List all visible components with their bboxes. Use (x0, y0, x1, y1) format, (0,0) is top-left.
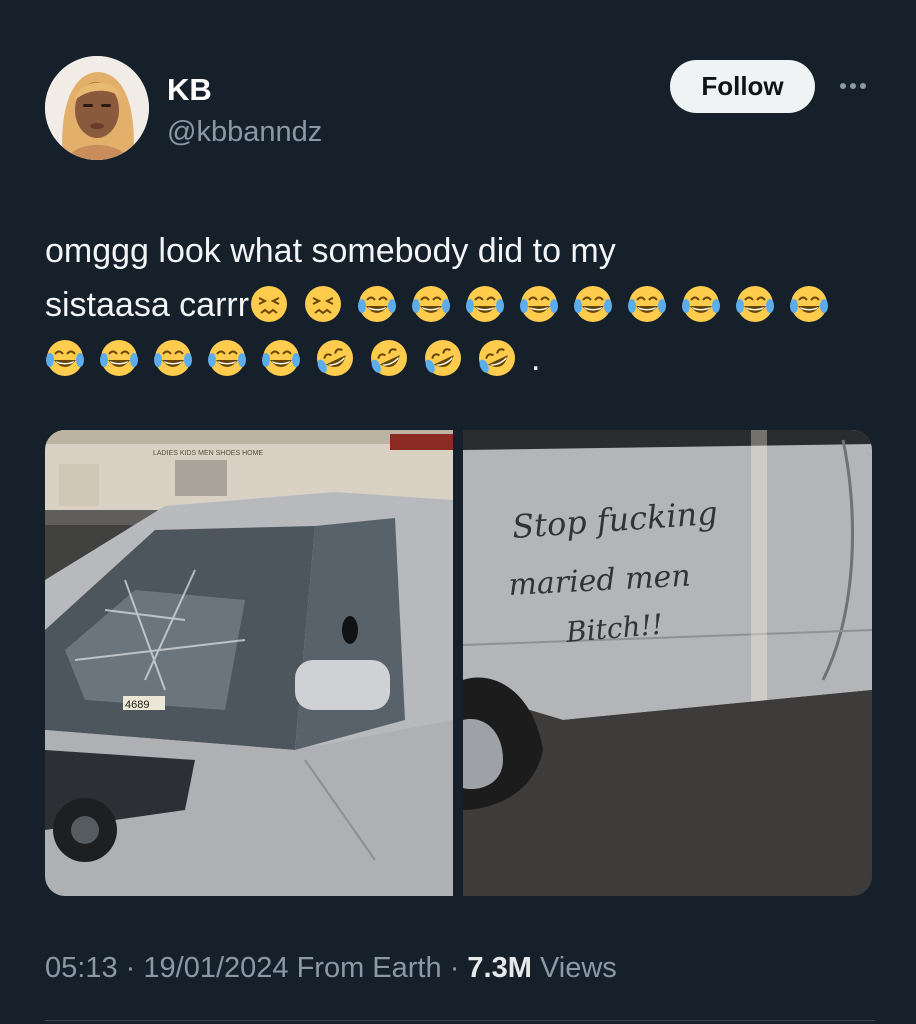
rofl-icon (369, 338, 409, 378)
tweet-meta: 05:13 · 19/01/2024 From Earth · 7.3M Vie… (45, 952, 617, 985)
tweet-media[interactable]: LADIES KIDS MEN SHOES HOME 4689 Stop fuc… (45, 430, 872, 896)
avatar-image (45, 56, 149, 160)
follow-button[interactable]: Follow (670, 60, 815, 113)
rofl-icon (477, 338, 517, 378)
tweet-date[interactable]: 19/01/2024 (143, 952, 288, 984)
dot (850, 83, 856, 89)
photo-graffiti-door[interactable]: Stop fucking maried men Bitch!! (462, 430, 872, 896)
face-with-tears-of-joy-icon (99, 338, 139, 378)
emoji-row (45, 340, 531, 378)
divider (45, 1020, 875, 1021)
rofl-icon (315, 338, 355, 378)
face-with-tears-of-joy-icon (261, 338, 301, 378)
views-count: 7.3M (467, 952, 532, 984)
dealer-plate-text: 4689 (125, 699, 149, 711)
separator: · (125, 952, 136, 984)
face-with-tears-of-joy-icon (465, 284, 505, 324)
separator: · (449, 952, 460, 984)
tweet-text-line3: . (45, 332, 875, 386)
face-with-tears-of-joy-icon (207, 338, 247, 378)
face-with-tears-of-joy-icon (411, 284, 451, 324)
rofl-icon (423, 338, 463, 378)
trailing-period: . (531, 340, 541, 378)
avatar[interactable] (45, 56, 149, 160)
tweet-text-prefix: sistaasa carrr (45, 286, 250, 324)
dot (860, 83, 866, 89)
face-with-tears-of-joy-icon (627, 284, 667, 324)
tweet-time[interactable]: 05:13 (45, 952, 118, 984)
confounded-face-icon (249, 284, 289, 324)
face-with-tears-of-joy-icon (357, 284, 397, 324)
tweet-text-line2: sistaasa carrr (45, 278, 875, 332)
tweet-text-line1: omggg look what somebody did to my (45, 232, 616, 270)
tweet-source: From Earth (296, 952, 442, 984)
tweet-text: omggg look what somebody did to my sista… (45, 224, 875, 386)
views-label: Views (539, 952, 617, 984)
emoji-row (249, 286, 843, 324)
face-with-tears-of-joy-icon (789, 284, 829, 324)
face-with-tears-of-joy-icon (735, 284, 775, 324)
face-with-tears-of-joy-icon (45, 338, 85, 378)
face-with-tears-of-joy-icon (681, 284, 721, 324)
user-handle[interactable]: @kbbanndz (167, 116, 322, 149)
storefront-sign: LADIES KIDS MEN SHOES HOME (153, 450, 263, 457)
photo-smashed-car[interactable]: LADIES KIDS MEN SHOES HOME 4689 (45, 430, 453, 896)
confounded-face-icon (303, 284, 343, 324)
display-name[interactable]: KB (167, 72, 212, 108)
face-with-tears-of-joy-icon (573, 284, 613, 324)
dot (840, 83, 846, 89)
tweet-header: KB @kbbanndz Follow (45, 56, 875, 166)
more-options-icon[interactable] (833, 70, 873, 102)
face-with-tears-of-joy-icon (153, 338, 193, 378)
face-with-tears-of-joy-icon (519, 284, 559, 324)
